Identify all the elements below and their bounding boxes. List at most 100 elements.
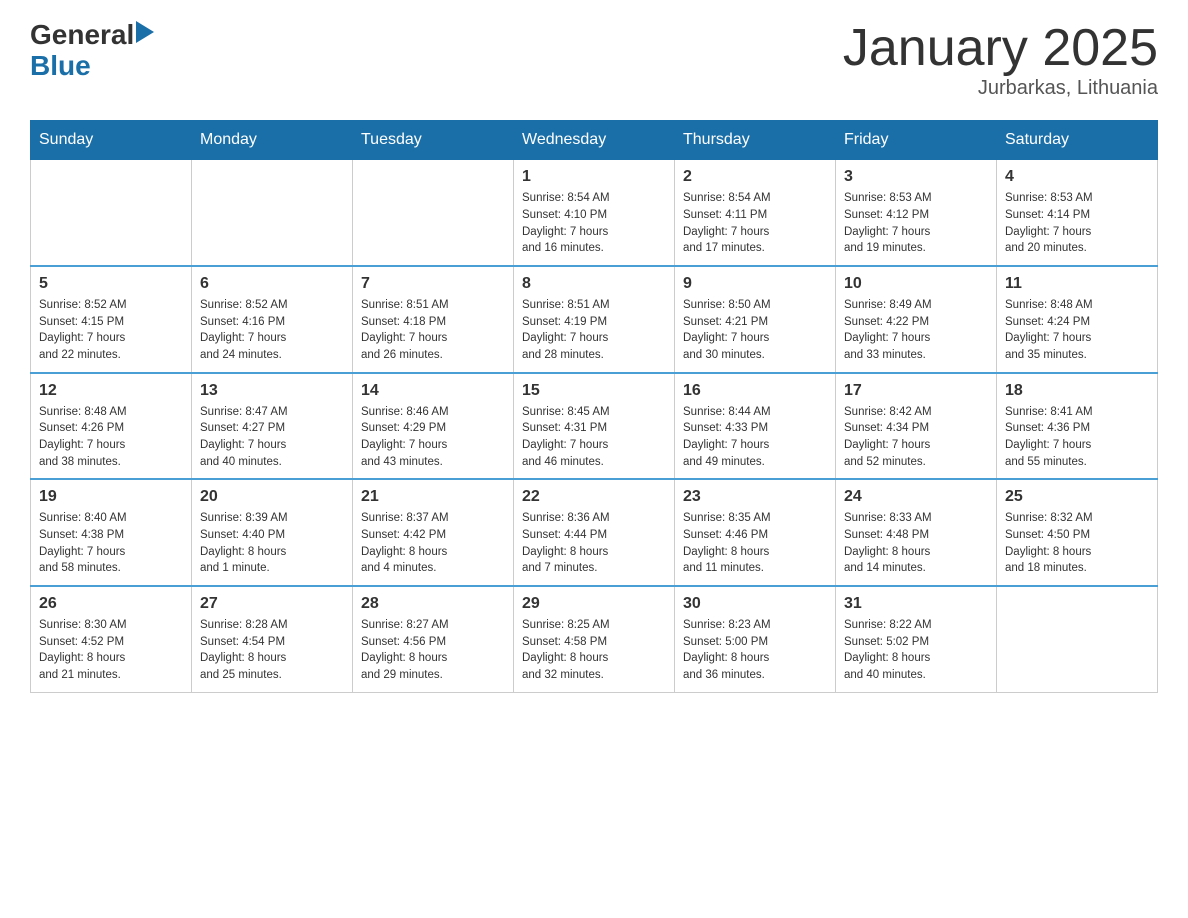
day-number: 2 (683, 168, 827, 186)
calendar-cell: 18 Sunrise: 8:41 AM Sunset: 4:36 PM Dayli… (997, 373, 1158, 480)
week-row-3: 12 Sunrise: 8:48 AM Sunset: 4:26 PM Dayli… (31, 373, 1158, 480)
day-info: Sunrise: 8:41 AM Sunset: 4:36 PM Dayligh… (1005, 404, 1149, 471)
day-info: Sunrise: 8:28 AM Sunset: 4:54 PM Dayligh… (200, 617, 344, 684)
day-number: 6 (200, 275, 344, 293)
calendar-cell: 11 Sunrise: 8:48 AM Sunset: 4:24 PM Dayli… (997, 266, 1158, 373)
day-number: 14 (361, 382, 505, 400)
calendar-cell (997, 586, 1158, 692)
day-info: Sunrise: 8:44 AM Sunset: 4:33 PM Dayligh… (683, 404, 827, 471)
calendar-cell: 24 Sunrise: 8:33 AM Sunset: 4:48 PM Dayli… (836, 479, 997, 586)
page-header: General Blue January 2025 Jurbarkas, Lit… (30, 20, 1158, 100)
calendar-body: 1 Sunrise: 8:54 AM Sunset: 4:10 PM Daylig… (31, 160, 1158, 692)
day-number: 23 (683, 488, 827, 506)
day-number: 1 (522, 168, 666, 186)
day-number: 9 (683, 275, 827, 293)
day-info: Sunrise: 8:48 AM Sunset: 4:24 PM Dayligh… (1005, 297, 1149, 364)
day-number: 19 (39, 488, 183, 506)
day-number: 22 (522, 488, 666, 506)
calendar-cell: 9 Sunrise: 8:50 AM Sunset: 4:21 PM Daylig… (675, 266, 836, 373)
calendar-cell: 26 Sunrise: 8:30 AM Sunset: 4:52 PM Dayli… (31, 586, 192, 692)
day-info: Sunrise: 8:46 AM Sunset: 4:29 PM Dayligh… (361, 404, 505, 471)
day-number: 16 (683, 382, 827, 400)
calendar-cell: 29 Sunrise: 8:25 AM Sunset: 4:58 PM Dayli… (514, 586, 675, 692)
calendar-cell: 20Sunrise: 8:39 AM Sunset: 4:40 PM Dayli… (192, 479, 353, 586)
day-number: 11 (1005, 275, 1149, 293)
calendar-cell: 6 Sunrise: 8:52 AM Sunset: 4:16 PM Daylig… (192, 266, 353, 373)
calendar-cell: 12 Sunrise: 8:48 AM Sunset: 4:26 PM Dayli… (31, 373, 192, 480)
day-number: 17 (844, 382, 988, 400)
day-number: 29 (522, 595, 666, 613)
day-info: Sunrise: 8:53 AM Sunset: 4:12 PM Dayligh… (844, 190, 988, 257)
calendar-table: SundayMondayTuesdayWednesdayThursdayFrid… (30, 120, 1158, 692)
day-info: Sunrise: 8:39 AM Sunset: 4:40 PM Dayligh… (200, 510, 344, 577)
header-day-tuesday: Tuesday (353, 121, 514, 160)
day-number: 26 (39, 595, 183, 613)
calendar-cell: 19 Sunrise: 8:40 AM Sunset: 4:38 PM Dayli… (31, 479, 192, 586)
day-number: 12 (39, 382, 183, 400)
logo-blue-text: Blue (30, 51, 154, 82)
day-info: Sunrise: 8:32 AM Sunset: 4:50 PM Dayligh… (1005, 510, 1149, 577)
logo-triangle-icon (136, 21, 154, 43)
calendar-cell: 13 Sunrise: 8:47 AM Sunset: 4:27 PM Dayli… (192, 373, 353, 480)
day-info: Sunrise: 8:51 AM Sunset: 4:19 PM Dayligh… (522, 297, 666, 364)
day-info: Sunrise: 8:25 AM Sunset: 4:58 PM Dayligh… (522, 617, 666, 684)
calendar-cell: 5Sunrise: 8:52 AM Sunset: 4:15 PM Daylig… (31, 266, 192, 373)
day-number: 4 (1005, 168, 1149, 186)
calendar-cell (192, 160, 353, 266)
calendar-cell: 21Sunrise: 8:37 AM Sunset: 4:42 PM Dayli… (353, 479, 514, 586)
day-info: Sunrise: 8:40 AM Sunset: 4:38 PM Dayligh… (39, 510, 183, 577)
day-info: Sunrise: 8:54 AM Sunset: 4:11 PM Dayligh… (683, 190, 827, 257)
day-info: Sunrise: 8:48 AM Sunset: 4:26 PM Dayligh… (39, 404, 183, 471)
day-info: Sunrise: 8:51 AM Sunset: 4:18 PM Dayligh… (361, 297, 505, 364)
day-number: 30 (683, 595, 827, 613)
calendar-cell (353, 160, 514, 266)
calendar-cell: 15 Sunrise: 8:45 AM Sunset: 4:31 PM Dayli… (514, 373, 675, 480)
title-block: January 2025 Jurbarkas, Lithuania (843, 20, 1158, 100)
calendar-cell: 30Sunrise: 8:23 AM Sunset: 5:00 PM Dayli… (675, 586, 836, 692)
header-row: SundayMondayTuesdayWednesdayThursdayFrid… (31, 121, 1158, 160)
day-info: Sunrise: 8:50 AM Sunset: 4:21 PM Dayligh… (683, 297, 827, 364)
calendar-cell: 28 Sunrise: 8:27 AM Sunset: 4:56 PM Dayli… (353, 586, 514, 692)
calendar-cell: 16 Sunrise: 8:44 AM Sunset: 4:33 PM Dayli… (675, 373, 836, 480)
week-row-4: 19 Sunrise: 8:40 AM Sunset: 4:38 PM Dayli… (31, 479, 1158, 586)
day-info: Sunrise: 8:22 AM Sunset: 5:02 PM Dayligh… (844, 617, 988, 684)
day-info: Sunrise: 8:54 AM Sunset: 4:10 PM Dayligh… (522, 190, 666, 257)
header-day-thursday: Thursday (675, 121, 836, 160)
calendar-cell: 2 Sunrise: 8:54 AM Sunset: 4:11 PM Daylig… (675, 160, 836, 266)
day-number: 7 (361, 275, 505, 293)
day-info: Sunrise: 8:42 AM Sunset: 4:34 PM Dayligh… (844, 404, 988, 471)
calendar-cell: 7 Sunrise: 8:51 AM Sunset: 4:18 PM Daylig… (353, 266, 514, 373)
calendar-header: SundayMondayTuesdayWednesdayThursdayFrid… (31, 121, 1158, 160)
day-info: Sunrise: 8:33 AM Sunset: 4:48 PM Dayligh… (844, 510, 988, 577)
day-number: 5 (39, 275, 183, 293)
day-number: 15 (522, 382, 666, 400)
calendar-cell: 14 Sunrise: 8:46 AM Sunset: 4:29 PM Dayli… (353, 373, 514, 480)
calendar-cell: 23Sunrise: 8:35 AM Sunset: 4:46 PM Dayli… (675, 479, 836, 586)
calendar-cell: 31Sunrise: 8:22 AM Sunset: 5:02 PM Dayli… (836, 586, 997, 692)
header-day-sunday: Sunday (31, 121, 192, 160)
day-info: Sunrise: 8:52 AM Sunset: 4:16 PM Dayligh… (200, 297, 344, 364)
day-number: 10 (844, 275, 988, 293)
day-info: Sunrise: 8:45 AM Sunset: 4:31 PM Dayligh… (522, 404, 666, 471)
header-day-wednesday: Wednesday (514, 121, 675, 160)
day-number: 13 (200, 382, 344, 400)
day-info: Sunrise: 8:36 AM Sunset: 4:44 PM Dayligh… (522, 510, 666, 577)
day-info: Sunrise: 8:37 AM Sunset: 4:42 PM Dayligh… (361, 510, 505, 577)
day-info: Sunrise: 8:30 AM Sunset: 4:52 PM Dayligh… (39, 617, 183, 684)
header-day-friday: Friday (836, 121, 997, 160)
day-number: 28 (361, 595, 505, 613)
calendar-cell: 1 Sunrise: 8:54 AM Sunset: 4:10 PM Daylig… (514, 160, 675, 266)
day-number: 18 (1005, 382, 1149, 400)
day-info: Sunrise: 8:47 AM Sunset: 4:27 PM Dayligh… (200, 404, 344, 471)
month-title: January 2025 (843, 20, 1158, 77)
day-number: 3 (844, 168, 988, 186)
header-day-saturday: Saturday (997, 121, 1158, 160)
calendar-cell: 8Sunrise: 8:51 AM Sunset: 4:19 PM Daylig… (514, 266, 675, 373)
logo: General Blue (30, 20, 154, 82)
day-number: 27 (200, 595, 344, 613)
week-row-2: 5Sunrise: 8:52 AM Sunset: 4:15 PM Daylig… (31, 266, 1158, 373)
calendar-cell: 27 Sunrise: 8:28 AM Sunset: 4:54 PM Dayli… (192, 586, 353, 692)
day-number: 24 (844, 488, 988, 506)
day-info: Sunrise: 8:27 AM Sunset: 4:56 PM Dayligh… (361, 617, 505, 684)
calendar-cell: 17 Sunrise: 8:42 AM Sunset: 4:34 PM Dayli… (836, 373, 997, 480)
